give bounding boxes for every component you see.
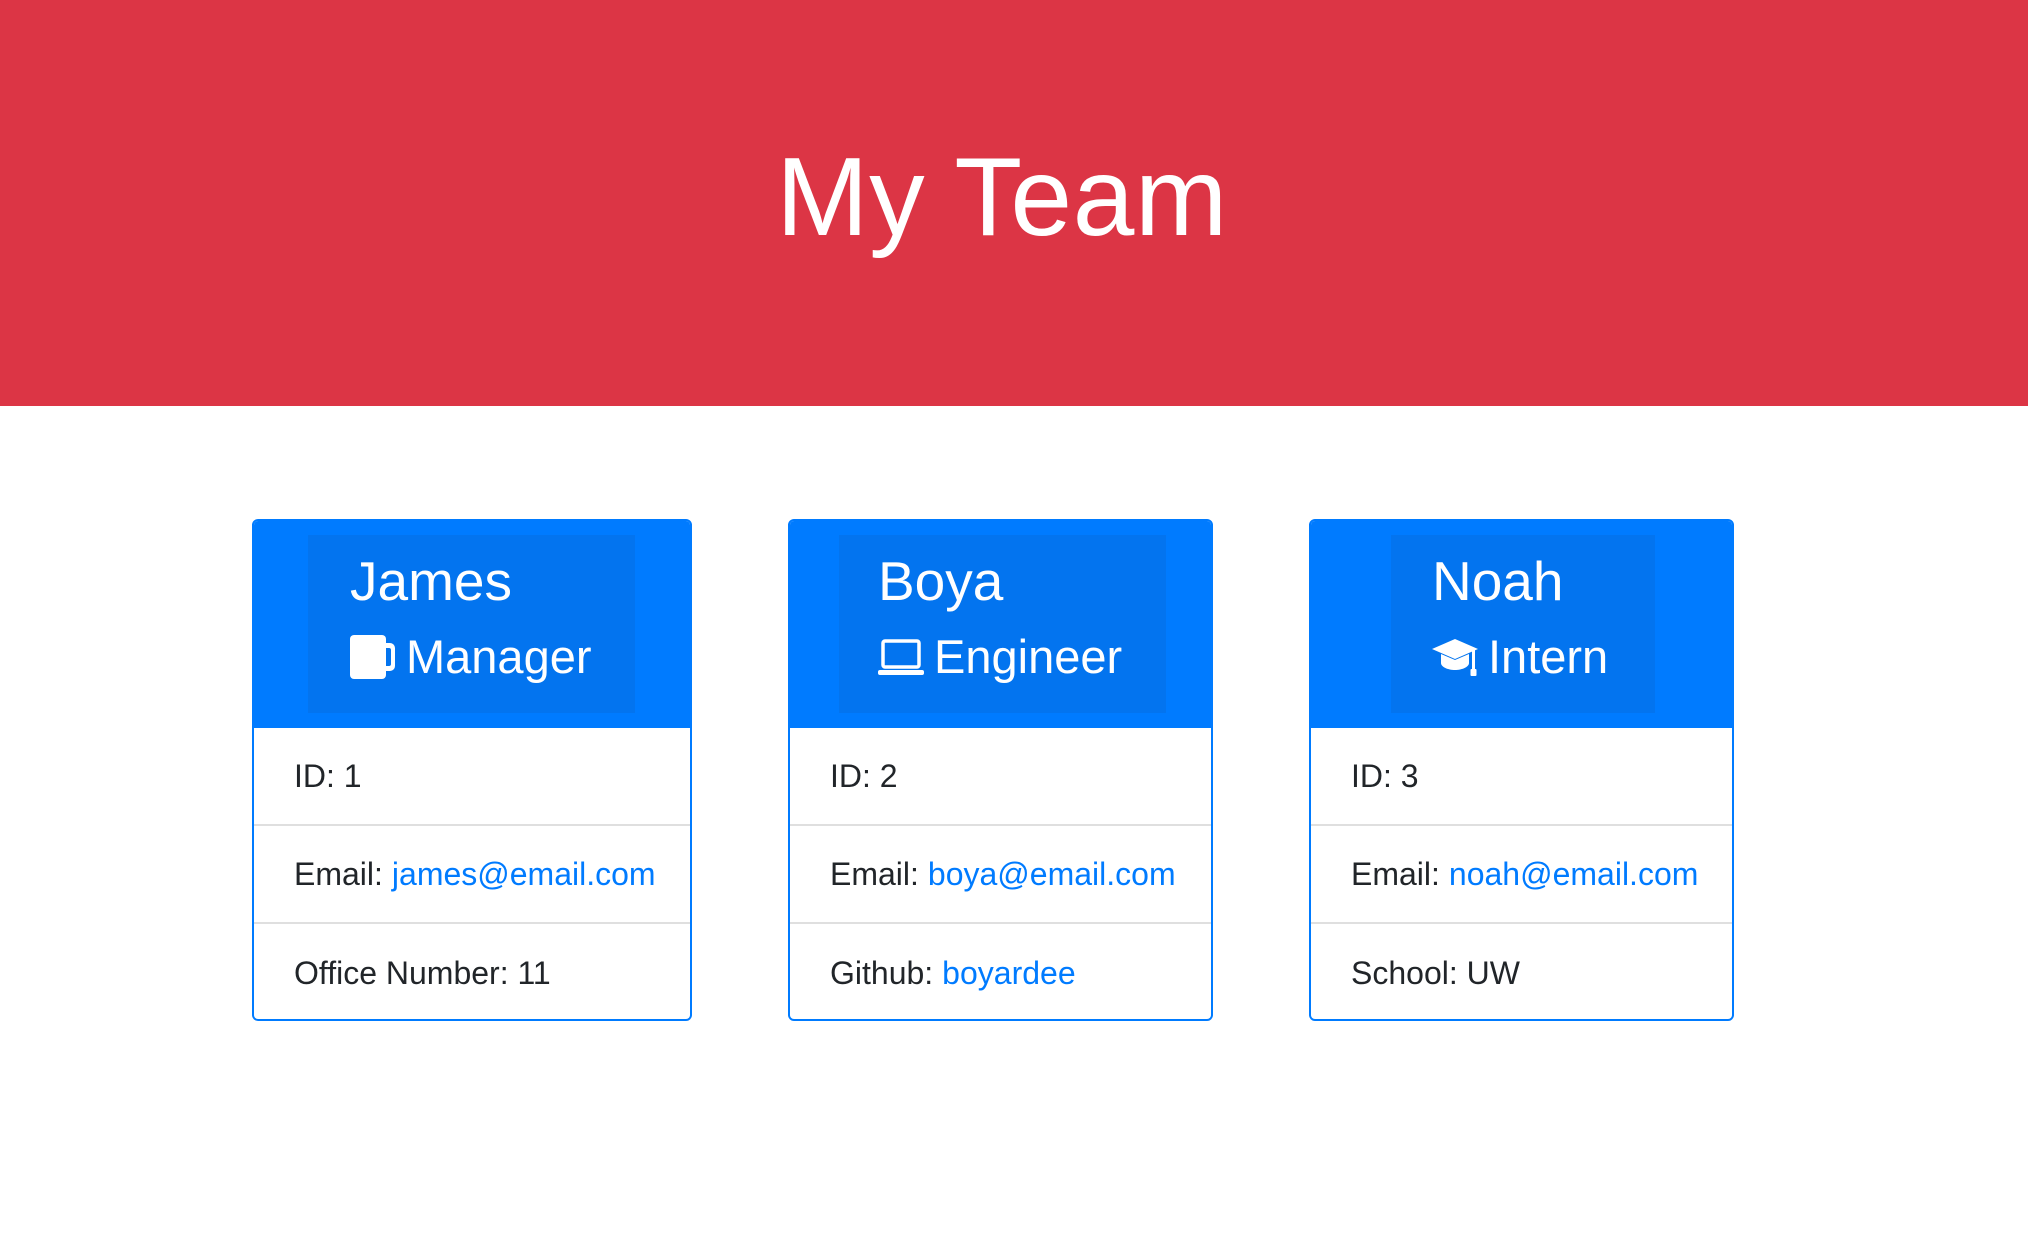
employee-details: ID: 1 Email: james@email.com Office Numb… [254,728,690,1019]
employee-details: ID: 3 Email: noah@email.com School: UW [1311,728,1732,1019]
employee-email-row: Email: james@email.com [254,826,690,924]
github-link[interactable]: boyardee [942,955,1075,992]
employee-card-engineer: Boya Engineer ID: 2 Email: boya@email.co… [788,519,1213,1021]
page-header: My Team [0,0,2028,406]
office-number: Office Number: 11 [294,954,551,991]
employee-card-intern: Noah Intern ID: 3 Email: noah@email.com … [1309,519,1734,1021]
github-row: Github: boyardee [790,924,1211,1019]
employee-id: ID: 2 [790,728,1211,826]
email-label: Email: [294,855,383,892]
laptop-icon [878,639,924,675]
graduation-cap-icon [1432,638,1478,676]
employee-name: James [350,550,512,612]
github-label: Github: [830,954,934,991]
school-row: School: UW [1351,954,1520,991]
employee-role: Intern [1432,631,1608,683]
email-label: Email: [1351,855,1440,892]
email-label: Email: [830,855,919,892]
employee-id: ID: 3 [1311,728,1732,826]
employee-role: Manager [350,631,592,683]
page-title: My Team [776,135,1228,259]
employee-name: Noah [1432,550,1564,612]
mug-icon [350,634,395,679]
employee-role-label: Manager [406,630,592,683]
employee-role-label: Engineer [934,630,1123,683]
card-header: James Manager [254,521,690,728]
employee-email-row: Email: boya@email.com [790,826,1211,924]
employee-card-manager: James Manager ID: 1 Email: james@email.c… [252,519,692,1021]
employee-role-label: Intern [1488,630,1609,683]
email-link[interactable]: noah@email.com [1449,856,1698,893]
card-header: Noah Intern [1311,521,1732,728]
employee-id: ID: 1 [254,728,690,826]
employee-details: ID: 2 Email: boya@email.com Github: boya… [790,728,1211,1019]
email-link[interactable]: james@email.com [392,856,656,893]
card-header: Boya Engineer [790,521,1211,728]
employee-role: Engineer [878,631,1122,683]
email-link[interactable]: boya@email.com [928,856,1176,893]
employee-name: Boya [878,550,1004,612]
employee-email-row: Email: noah@email.com [1311,826,1732,924]
